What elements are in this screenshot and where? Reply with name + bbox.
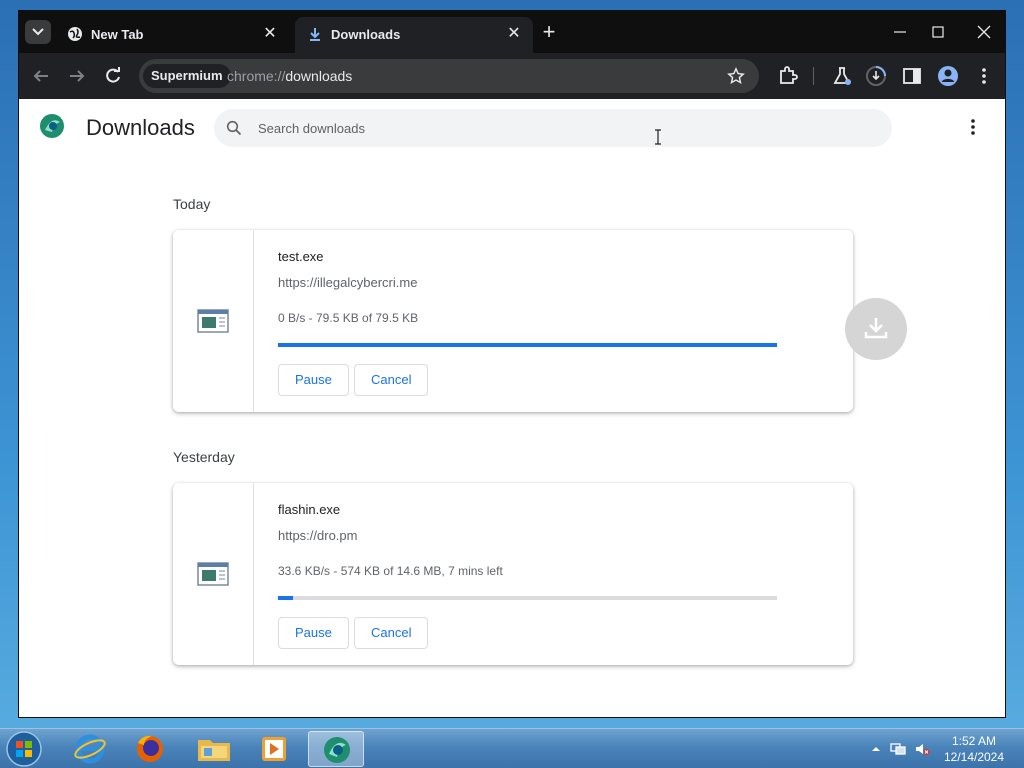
tab-strip: New Tab ✕ Downloads ✕ + [19,11,1005,53]
taskbar-file-explorer[interactable] [186,731,242,767]
browser-toolbar: Supermium chrome://downloads [19,53,1005,99]
address-bar[interactable]: Supermium chrome://downloads [139,59,759,93]
reload-icon[interactable] [101,64,125,88]
internet-explorer-icon [74,734,106,764]
download-drop-button[interactable] [845,298,907,360]
download-status: 33.6 KB/s - 574 KB of 14.6 MB, 7 mins le… [278,564,503,578]
forward-arrow-icon[interactable] [65,64,89,88]
url-scheme: chrome:// [227,68,286,84]
file-icon-column [173,483,254,665]
download-progress-bar [278,343,777,347]
download-card-test-exe: test.exe https://illegalcybercri.me 0 B/… [173,230,853,412]
taskbar-media-player[interactable] [246,731,302,767]
tab-new-tab[interactable]: New Tab ✕ [55,17,289,53]
url-path: downloads [285,68,353,84]
file-explorer-icon [198,740,230,761]
tab-title: Downloads [331,27,401,42]
more-actions-icon[interactable] [963,117,983,137]
pause-button[interactable]: Pause [278,617,349,649]
show-hidden-icons-icon[interactable] [868,741,884,757]
tab-search-button[interactable] [25,20,51,44]
page-title: Downloads [86,115,195,140]
tab-downloads[interactable]: Downloads ✕ [295,17,533,53]
executable-file-icon [197,562,229,586]
site-chip[interactable]: Supermium [143,64,231,88]
file-url[interactable]: https://illegalcybercri.me [278,275,417,290]
media-player-icon [262,737,286,761]
supermium-logo-icon [40,114,64,138]
cancel-button[interactable]: Cancel [354,364,429,396]
maximize-icon[interactable] [923,19,953,45]
new-tab-button[interactable]: + [537,21,561,45]
pause-button[interactable]: Pause [278,364,349,396]
progress-fill [278,343,777,347]
downloads-progress-icon[interactable] [865,65,887,87]
file-name[interactable]: test.exe [278,249,324,264]
tab-title: New Tab [91,27,144,42]
supermium-icon [324,737,350,763]
progress-fill [278,596,293,600]
search-icon [226,120,242,136]
close-tab-icon[interactable]: ✕ [261,25,279,43]
file-icon-column [173,230,254,412]
url-text[interactable]: chrome://downloads [227,68,352,84]
bookmark-star-icon[interactable] [727,67,745,85]
labs-flask-icon[interactable] [831,65,853,87]
file-name[interactable]: flashin.exe [278,502,340,517]
taskbar-internet-explorer[interactable] [62,731,118,767]
clock-date: 12/14/2024 [943,750,1005,764]
profile-avatar-icon[interactable] [937,65,959,87]
download-arrow-icon [310,28,320,41]
clock-time: 1:52 AM [951,734,997,748]
taskbar-firefox[interactable] [122,731,178,767]
browser-window: New Tab ✕ Downloads ✕ + Supermium chrome… [18,10,1006,718]
search-box[interactable] [214,109,892,147]
browser-menu-icon[interactable] [973,65,995,87]
volume-muted-icon[interactable] [914,741,930,757]
taskbar: 1:52 AM 12/14/2024 [0,728,1024,768]
close-tab-icon[interactable]: ✕ [505,25,523,43]
minimize-icon[interactable] [885,19,915,45]
download-card-flashin-exe: flashin.exe https://dro.pm 33.6 KB/s - 5… [173,483,853,665]
section-label-yesterday: Yesterday [173,449,235,465]
chevron-down-icon [32,28,44,36]
taskbar-supermium[interactable] [308,731,364,767]
start-button-icon[interactable] [4,730,44,768]
download-tray-icon [864,318,888,339]
back-arrow-icon[interactable] [29,64,53,88]
executable-file-icon [197,309,229,333]
downloads-page: Downloads Today test.exe https://illegal… [19,99,1005,717]
file-url[interactable]: https://dro.pm [278,528,357,543]
text-cursor-icon [655,129,661,145]
firefox-icon [137,735,163,762]
toolbar-separator [813,67,814,85]
network-icon[interactable] [890,741,906,757]
cancel-button[interactable]: Cancel [354,617,429,649]
system-clock[interactable]: 1:52 AM 12/14/2024 [940,733,1008,765]
extensions-puzzle-icon[interactable] [777,65,799,87]
section-label-today: Today [173,196,211,212]
download-progress-bar [278,596,777,600]
side-panel-icon[interactable] [901,65,923,87]
globe-icon [68,27,82,41]
close-window-icon[interactable] [969,19,999,45]
download-status: 0 B/s - 79.5 KB of 79.5 KB [278,311,419,325]
search-input[interactable] [258,117,858,139]
